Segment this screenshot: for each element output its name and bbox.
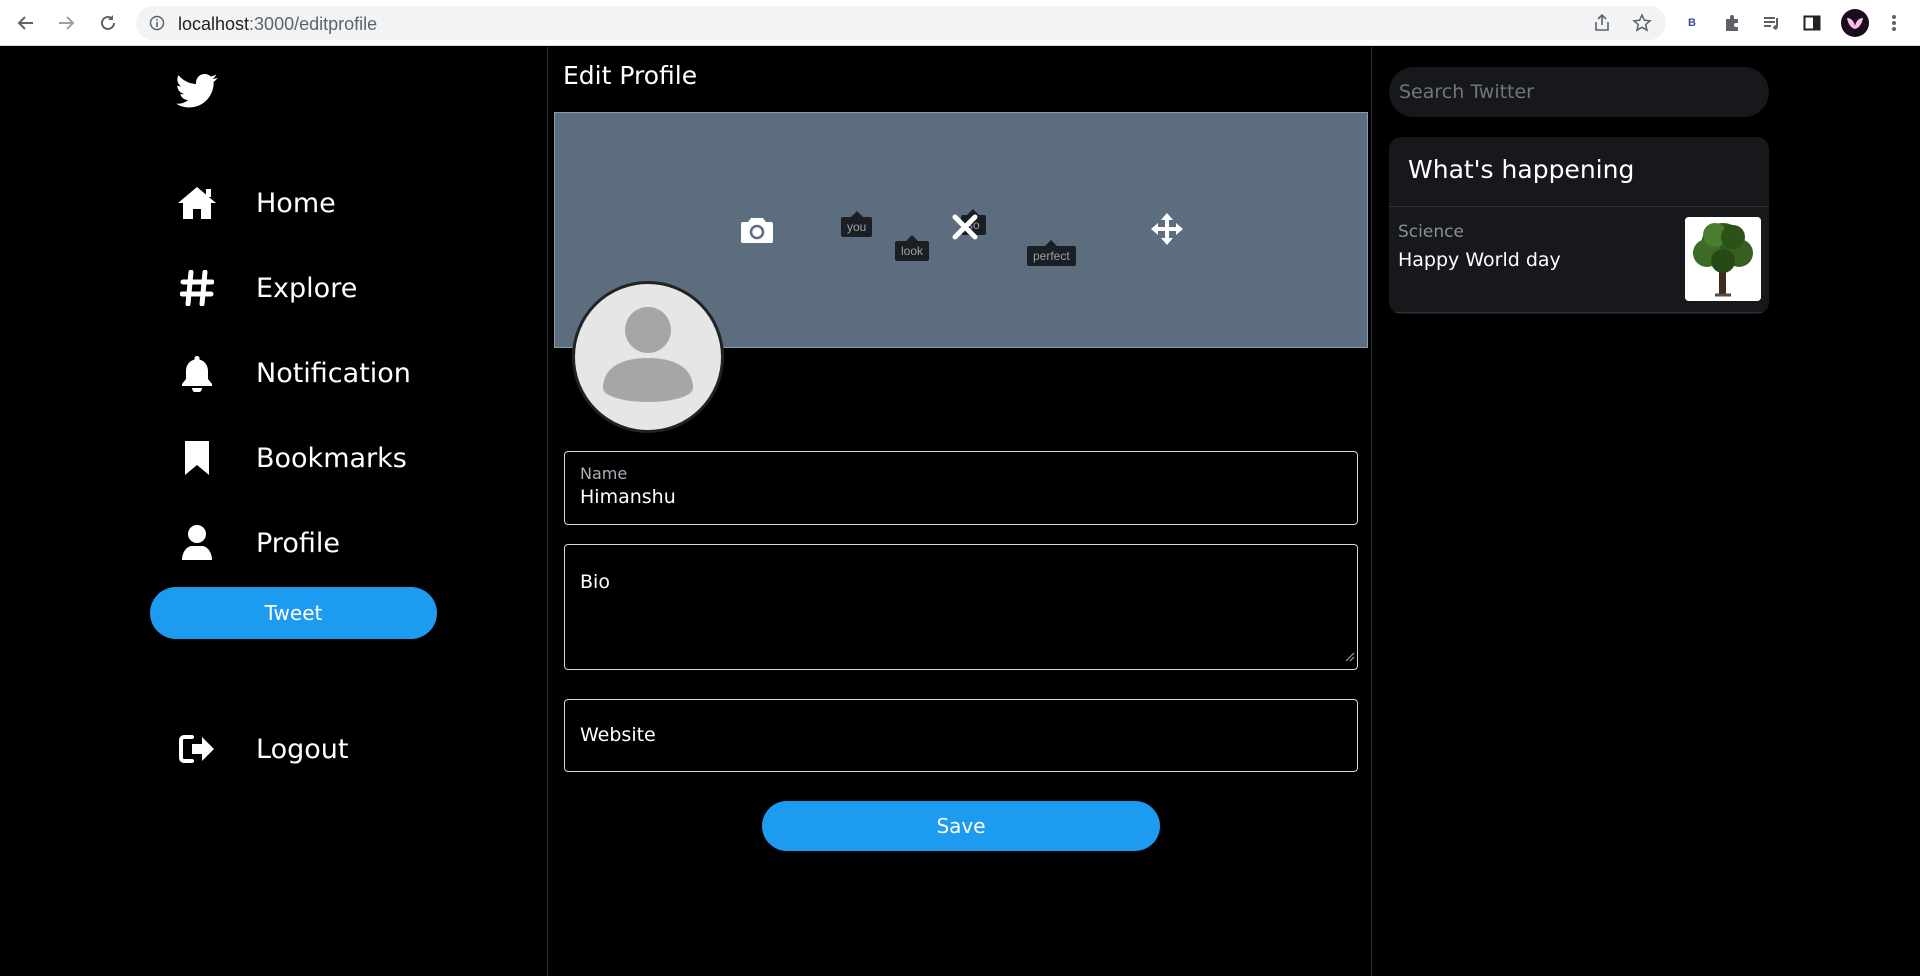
- sidebar-item-explore[interactable]: Explore: [176, 263, 357, 313]
- right-column: What's happening Science Happy World day: [1372, 47, 1920, 976]
- bookmark-star-icon[interactable]: [1630, 11, 1654, 35]
- bell-icon: [176, 352, 218, 394]
- reload-icon[interactable]: [96, 11, 120, 35]
- left-sidebar: Home Explore Notification Bookmarks Prof…: [0, 47, 548, 976]
- back-arrow-icon[interactable]: [14, 11, 38, 35]
- trend-item[interactable]: Science Happy World day: [1389, 207, 1769, 313]
- move-icon[interactable]: [1149, 211, 1185, 252]
- home-icon: [176, 182, 218, 224]
- camera-icon[interactable]: [739, 215, 775, 250]
- save-button[interactable]: Save: [762, 801, 1160, 851]
- site-info-icon[interactable]: [149, 15, 165, 36]
- browser-menu-icon[interactable]: [1882, 11, 1906, 35]
- banner-tag: look: [895, 235, 930, 261]
- sidebar-item-logout[interactable]: Logout: [176, 724, 348, 774]
- name-field[interactable]: Name Himanshu: [564, 451, 1358, 525]
- hashtag-icon: [176, 267, 218, 309]
- sidebar-item-bookmarks[interactable]: Bookmarks: [176, 433, 407, 483]
- app-root: Home Explore Notification Bookmarks Prof…: [0, 47, 1920, 976]
- website-field[interactable]: Website: [564, 699, 1358, 772]
- trend-category: Science: [1398, 222, 1464, 242]
- side-panel-icon[interactable]: [1800, 11, 1824, 35]
- extension-b-icon[interactable]: B: [1680, 11, 1704, 35]
- remove-banner-icon[interactable]: [951, 213, 979, 246]
- banner-tag: you: [841, 211, 873, 237]
- twitter-logo-icon[interactable]: [176, 73, 218, 114]
- sidebar-item-profile[interactable]: Profile: [176, 518, 340, 568]
- sidebar-item-label: Bookmarks: [256, 442, 407, 474]
- user-icon: [176, 522, 218, 564]
- url-text: localhost:3000/editprofile: [178, 14, 378, 34]
- sidebar-item-label: Profile: [256, 527, 340, 559]
- profile-avatar[interactable]: [572, 281, 724, 433]
- banner-tag: perfect: [1027, 240, 1076, 266]
- search-input[interactable]: [1399, 80, 1749, 104]
- sidebar-item-label: Notification: [256, 357, 411, 389]
- media-queue-icon[interactable]: [1760, 11, 1784, 35]
- share-icon[interactable]: [1590, 11, 1614, 35]
- browser-toolbar: localhost:3000/editprofile B: [0, 0, 1920, 46]
- trends-panel: What's happening Science Happy World day: [1389, 137, 1769, 314]
- main-column: Edit Profile you look so perfect Name Hi…: [548, 47, 1372, 976]
- website-placeholder: Website: [580, 724, 656, 746]
- sidebar-item-label: Explore: [256, 272, 358, 304]
- name-field-label: Name: [580, 464, 628, 483]
- sidebar-item-label: Home: [256, 187, 336, 219]
- name-input[interactable]: Himanshu: [580, 486, 1340, 508]
- profile-avatar-icon[interactable]: [1840, 8, 1870, 38]
- extensions-puzzle-icon[interactable]: [1720, 11, 1744, 35]
- tweet-button[interactable]: Tweet: [150, 587, 437, 639]
- sidebar-item-home[interactable]: Home: [176, 178, 336, 228]
- logout-icon: [176, 728, 218, 770]
- page-title: Edit Profile: [563, 61, 698, 90]
- forward-arrow-icon[interactable]: [54, 11, 78, 35]
- search-box[interactable]: [1389, 67, 1769, 117]
- tree-thumbnail-image: [1685, 217, 1761, 301]
- sidebar-item-label: Logout: [256, 733, 349, 765]
- sidebar-item-notification[interactable]: Notification: [176, 348, 411, 398]
- address-bar[interactable]: localhost:3000/editprofile: [136, 6, 1666, 40]
- bookmark-icon: [176, 437, 218, 479]
- bio-placeholder: Bio: [580, 571, 610, 593]
- bio-field[interactable]: Bio: [564, 544, 1358, 670]
- resize-handle-icon[interactable]: [1345, 649, 1355, 667]
- trends-title: What's happening: [1408, 155, 1635, 184]
- trend-title: Happy World day: [1398, 249, 1561, 271]
